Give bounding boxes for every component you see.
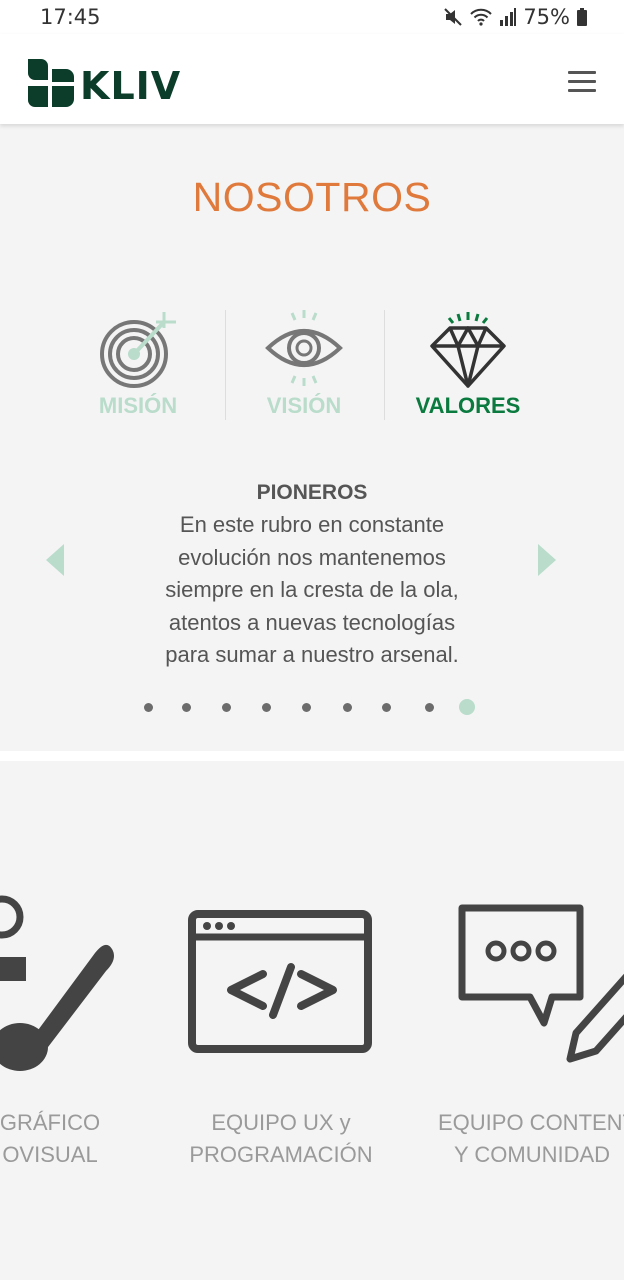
hamburger-menu-icon[interactable] xyxy=(568,71,596,93)
status-time: 17:45 xyxy=(40,5,101,29)
team-label-line: EQUIPO UX y xyxy=(211,1110,351,1135)
section-gap xyxy=(0,751,624,761)
slide-body: En este rubro en constante evolución nos… xyxy=(100,509,524,672)
target-icon xyxy=(100,312,176,388)
team-label: EQUIPO UX y PROGRAMACIÓN xyxy=(151,1107,411,1171)
carousel-dot[interactable] xyxy=(302,703,311,712)
site-header: KLIV xyxy=(0,34,624,124)
nosotros-section: NOSOTROS MISIÓN VISIÓN VALORES PIONEROS … xyxy=(0,124,624,751)
tab-label: VALORES xyxy=(415,393,521,418)
logo-text: KLIV xyxy=(80,63,182,108)
battery-icon xyxy=(576,7,588,27)
carousel-dot[interactable] xyxy=(222,703,231,712)
slide-line: evolución nos mantenemos xyxy=(178,544,446,570)
carousel-dot[interactable] xyxy=(343,703,352,712)
tab-divider xyxy=(384,310,385,420)
battery-text: 75% xyxy=(523,5,570,29)
code-window-icon xyxy=(188,910,372,1053)
team-label-line: EQUIPO CONTENT xyxy=(438,1110,624,1135)
tab-label: MISIÓN xyxy=(98,393,178,418)
team-content[interactable]: EQUIPO CONTENT Y COMUNIDAD xyxy=(420,891,624,1171)
slide-line: atentos a nuevas tecnologías xyxy=(168,609,456,635)
slide-line: En este rubro en constante xyxy=(179,512,445,537)
carousel-dot[interactable] xyxy=(144,703,153,712)
mute-icon xyxy=(443,7,463,27)
team-label-line: Y COMUNIDAD xyxy=(454,1142,611,1167)
diamond-icon xyxy=(430,312,506,388)
logo-mark-icon xyxy=(28,59,74,112)
carousel-slide: PIONEROS En este rubro en constante evol… xyxy=(100,481,524,672)
tab-label: VISIÓN xyxy=(266,393,342,418)
status-icons: 75% xyxy=(443,5,588,29)
signal-icon xyxy=(499,7,517,27)
status-bar: 17:45 75% xyxy=(0,0,624,34)
carousel-dot-active[interactable] xyxy=(459,699,475,715)
section-title: NOSOTROS xyxy=(192,174,432,220)
team-label-line: PROGRAMACIÓN xyxy=(189,1142,373,1167)
slide-line: para sumar a nuestro arsenal. xyxy=(165,642,459,667)
carousel-prev-arrow[interactable] xyxy=(46,544,64,576)
chat-pencil-icon xyxy=(458,904,624,1063)
wifi-icon xyxy=(469,7,493,27)
teams-section: GRÁFICO OVISUAL EQUIPO UX y PROGRAMACIÓN xyxy=(0,761,624,1280)
carousel-next-arrow[interactable] xyxy=(538,544,556,576)
carousel-dot[interactable] xyxy=(425,703,434,712)
values-tabs: MISIÓN VISIÓN VALORES xyxy=(58,310,566,422)
team-label: EQUIPO CONTENT Y COMUNIDAD xyxy=(420,1107,624,1171)
tab-valores[interactable]: VALORES xyxy=(388,310,548,419)
kliv-logo[interactable]: KLIV xyxy=(28,59,181,112)
team-ux[interactable]: EQUIPO UX y PROGRAMACIÓN xyxy=(151,891,411,1171)
eye-icon xyxy=(265,310,343,386)
slide-line: siempre en la cresta de la ola, xyxy=(165,577,459,602)
slide-heading: PIONEROS xyxy=(256,481,368,504)
tab-mision[interactable]: MISIÓN xyxy=(58,310,218,419)
carousel-dot[interactable] xyxy=(182,703,191,712)
carousel-dot[interactable] xyxy=(262,703,271,712)
tab-vision[interactable]: VISIÓN xyxy=(224,310,384,419)
carousel-dot[interactable] xyxy=(382,703,391,712)
carousel-dots xyxy=(0,698,624,718)
